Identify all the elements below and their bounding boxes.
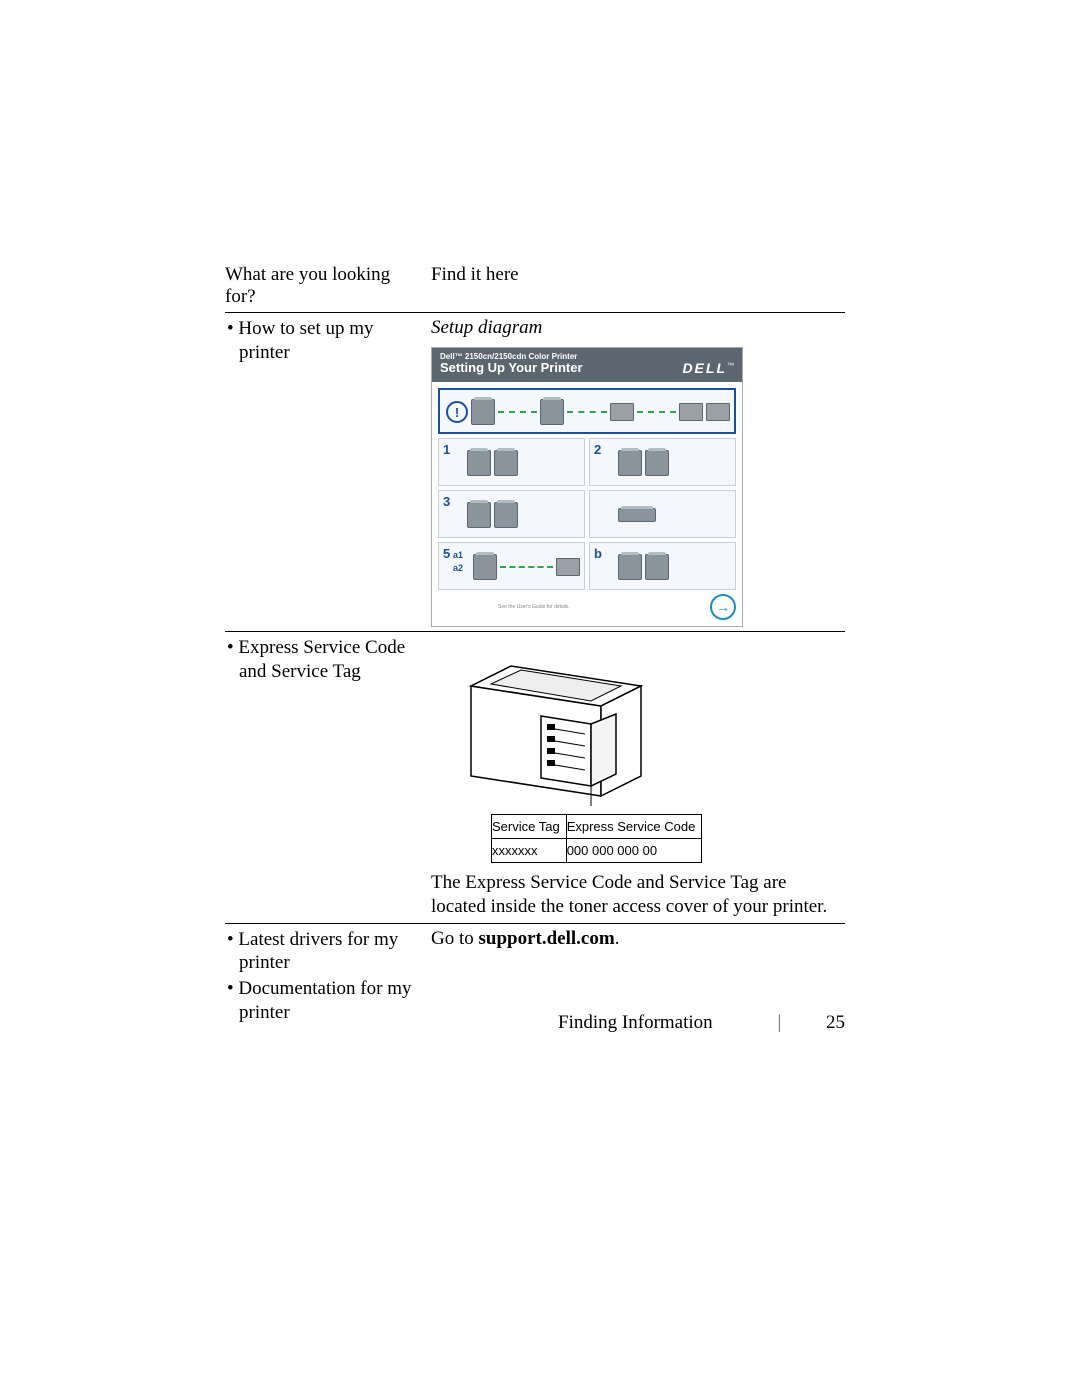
dell-logo-text: DELL	[682, 360, 727, 376]
step-number: b	[594, 546, 602, 561]
list-item-text: How to set up my printer	[238, 318, 373, 363]
tag-header-row: Service Tag Express Service Code	[492, 815, 702, 839]
tag-value: xxxxxxx	[492, 839, 567, 863]
setup-footnote: See the User's Guide for details.	[498, 604, 570, 610]
printer-icon	[618, 450, 642, 476]
printer-icon	[494, 502, 518, 528]
header-right: Find it here	[431, 260, 845, 313]
arrow-glyph: →	[716, 599, 730, 615]
list-item-text: Latest drivers for my printer	[238, 929, 398, 974]
sub-label: a2	[453, 562, 463, 575]
step-number: 5	[443, 546, 450, 561]
setup-step-cell: b	[589, 542, 736, 590]
footer-separator: |	[777, 1012, 781, 1033]
tag-value-row: xxxxxxx 000 000 000 00	[492, 839, 702, 863]
printer-icon	[473, 554, 497, 580]
cell-right: Setup diagram Dell™ 2150cn/2150cdn Color…	[431, 313, 845, 632]
setup-diagram-card: Dell™ 2150cn/2150cdn Color Printer Setti…	[431, 347, 743, 627]
next-arrow-icon: →	[710, 594, 736, 620]
list-item: • How to set up my printer	[225, 317, 425, 365]
tag-header: Service Tag	[492, 815, 567, 839]
setup-step-cell: 2	[589, 438, 736, 486]
connector-line	[500, 566, 553, 568]
header-left: What are you looking for?	[225, 260, 431, 313]
support-text-suffix: .	[615, 928, 620, 949]
service-tag-explanation: The Express Service Code and Service Tag…	[431, 871, 839, 919]
tag-header: Express Service Code	[566, 815, 702, 839]
tag-value: 000 000 000 00	[566, 839, 702, 863]
printer-icon	[618, 554, 642, 580]
footer-page-number: 25	[826, 1012, 845, 1033]
setup-step-cell: 1	[438, 438, 585, 486]
alert-glyph: !	[455, 405, 459, 420]
step-sub-labels: a1 a2	[453, 549, 463, 574]
printer-icon	[471, 399, 495, 425]
service-tag-table: Service Tag Express Service Code xxxxxxx…	[491, 814, 702, 863]
printer-icon	[494, 450, 518, 476]
table-row: • How to set up my printer Setup diagram…	[225, 313, 845, 632]
setup-diagram-body: !	[432, 382, 742, 626]
setup-diagram-header: Dell™ 2150cn/2150cdn Color Printer Setti…	[432, 348, 742, 382]
table-row: • Express Service Code and Service Tag	[225, 632, 845, 924]
setup-diagram-title: Setup diagram	[431, 317, 839, 339]
printer-icon	[467, 502, 491, 528]
info-table: What are you looking for? Find it here •…	[225, 260, 845, 1031]
list-item: • Express Service Code and Service Tag	[225, 636, 425, 684]
alert-icon: !	[446, 401, 468, 423]
cell-left: • Express Service Code and Service Tag	[225, 632, 431, 924]
page-content: What are you looking for? Find it here •…	[225, 260, 845, 1031]
support-text-prefix: Go to	[431, 928, 479, 949]
tray-icon	[618, 508, 656, 522]
footer-section: Finding Information	[558, 1012, 713, 1033]
monitor-icon	[706, 403, 730, 421]
cell-left: • How to set up my printer	[225, 313, 431, 632]
printer-open-svg	[441, 646, 701, 806]
setup-step-cell: 5 a1 a2	[438, 542, 585, 590]
setup-step-cell: 3	[438, 490, 585, 538]
connector-line	[498, 411, 537, 413]
printer-icon	[645, 554, 669, 580]
connector-line	[637, 411, 676, 413]
printer-icon	[467, 450, 491, 476]
setup-footer: See the User's Guide for details. →	[438, 590, 736, 620]
step-number: 2	[594, 442, 601, 457]
printer-illustration	[441, 646, 701, 806]
list-item-text: Express Service Code and Service Tag	[238, 637, 405, 682]
connector-line	[567, 411, 606, 413]
step-number: 3	[443, 494, 450, 509]
setup-title: Setting Up Your Printer	[440, 361, 583, 376]
table-header-row: What are you looking for? Find it here	[225, 260, 845, 313]
dell-logo: DELL™	[682, 360, 734, 376]
setup-grid: !	[438, 388, 736, 590]
dell-logo-tm: ™	[727, 362, 734, 369]
support-link[interactable]: support.dell.com	[479, 928, 615, 949]
monitor-icon	[610, 403, 634, 421]
step-number: 1	[443, 442, 450, 457]
monitor-icon	[556, 558, 580, 576]
setup-overview-cell: !	[438, 388, 736, 434]
printer-icon	[540, 399, 564, 425]
list-item: • Latest drivers for my printer	[225, 928, 425, 976]
setup-step-cell	[589, 490, 736, 538]
printer-icon	[645, 450, 669, 476]
page-footer: Finding Information | 25	[225, 1012, 845, 1034]
sub-label: a1	[453, 549, 463, 562]
cell-right: Service Tag Express Service Code xxxxxxx…	[431, 632, 845, 924]
setup-header-titles: Dell™ 2150cn/2150cdn Color Printer Setti…	[440, 352, 583, 376]
monitor-icon	[679, 403, 703, 421]
